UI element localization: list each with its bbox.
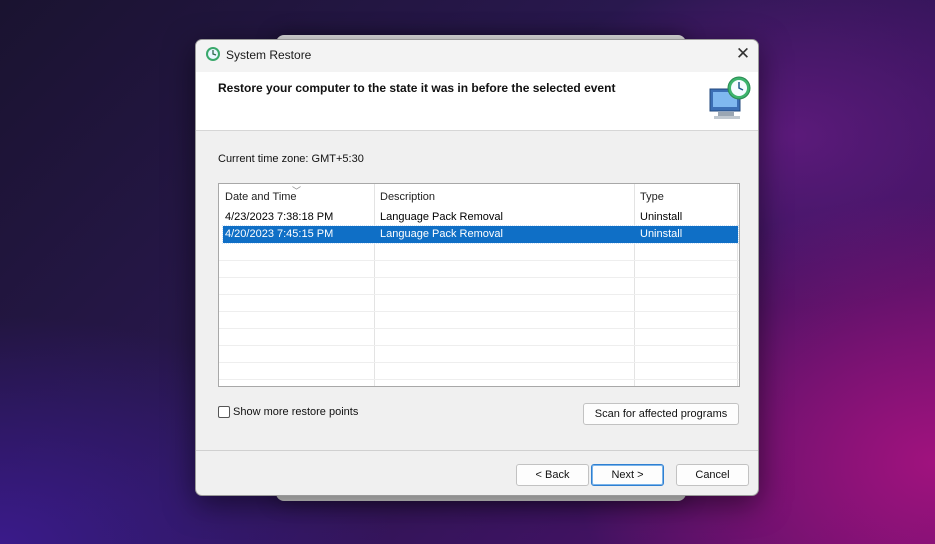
footer-divider [196, 450, 758, 451]
row-divider [219, 294, 739, 295]
row-description: Language Pack Removal [380, 228, 503, 240]
table-row[interactable]: 4/23/2023 7:38:18 PM Language Pack Remov… [223, 209, 738, 226]
row-divider [219, 362, 739, 363]
row-description: Language Pack Removal [380, 211, 503, 223]
header-panel: Restore your computer to the state it wa… [196, 72, 758, 131]
row-type: Uninstall [640, 228, 683, 240]
back-button[interactable]: < Back [516, 464, 589, 486]
restore-points-list[interactable]: ﹀ Date and Time Description Type 4/23/20… [218, 183, 740, 387]
scan-affected-programs-button[interactable]: Scan for affected programs [583, 403, 739, 425]
close-button[interactable]: ✕ [728, 40, 758, 70]
row-divider [219, 345, 739, 346]
timezone-label: Current time zone: GMT+5:30 [218, 153, 364, 165]
row-divider [219, 379, 739, 380]
cancel-button[interactable]: Cancel [676, 464, 749, 486]
system-restore-small-icon [206, 47, 220, 61]
show-more-restore-points-label[interactable]: Show more restore points [233, 406, 358, 418]
show-more-restore-points-checkbox[interactable] [218, 406, 230, 418]
row-divider [219, 277, 739, 278]
row-type: Uninstall [640, 211, 683, 223]
header-instruction: Restore your computer to the state it wa… [218, 81, 616, 95]
title-bar[interactable]: System Restore ✕ [196, 40, 758, 72]
window-title: System Restore [226, 48, 312, 62]
row-date: 4/23/2023 7:38:18 PM [225, 211, 334, 223]
row-date: 4/20/2023 7:45:15 PM [225, 228, 334, 240]
column-header-type[interactable]: Type [640, 191, 664, 203]
system-restore-dialog: System Restore ✕ Restore your computer t… [195, 39, 759, 496]
table-row-selected[interactable]: 4/20/2023 7:45:15 PM Language Pack Remov… [222, 225, 739, 244]
row-divider [219, 260, 739, 261]
column-header-description[interactable]: Description [380, 191, 435, 203]
row-divider [219, 311, 739, 312]
row-divider [219, 328, 739, 329]
system-restore-icon [709, 76, 751, 119]
close-icon: ✕ [735, 44, 751, 63]
column-header-date[interactable]: Date and Time [225, 191, 297, 203]
next-button[interactable]: Next > [591, 464, 664, 486]
